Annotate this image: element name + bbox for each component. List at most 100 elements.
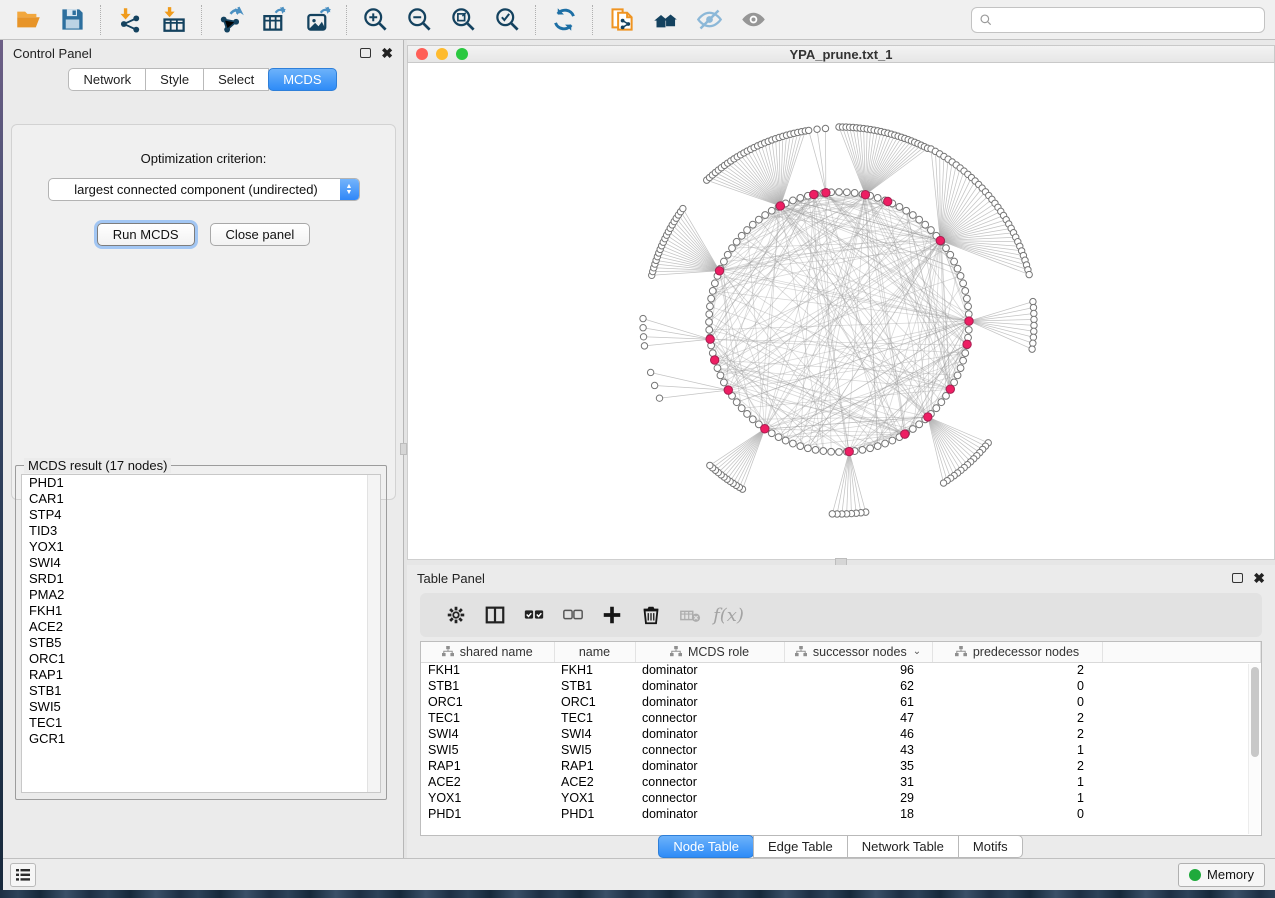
zoom-in-icon[interactable]: [353, 3, 397, 37]
graph-node[interactable]: [729, 245, 736, 252]
mcds-result-item[interactable]: YOX1: [22, 539, 380, 555]
node-table[interactable]: shared namenameMCDS rolesuccessor nodes⌄…: [420, 641, 1262, 836]
graph-node[interactable]: [822, 125, 828, 131]
table-cell[interactable]: 2: [932, 710, 1102, 726]
table-cell[interactable]: SWI5: [554, 742, 635, 758]
graph-node[interactable]: [836, 189, 843, 196]
graph-node[interactable]: [951, 258, 958, 265]
table-cell[interactable]: RAP1: [421, 758, 554, 774]
table-row[interactable]: SWI4SWI4dominator462: [421, 726, 1261, 742]
graph-node[interactable]: [965, 303, 972, 310]
splitter-grip[interactable]: [400, 443, 407, 455]
close-panel-button[interactable]: Close panel: [210, 223, 311, 246]
graph-node[interactable]: [640, 325, 646, 331]
import-table-icon[interactable]: [151, 3, 195, 37]
graph-node[interactable]: [738, 405, 745, 412]
table-cell[interactable]: PHD1: [554, 806, 635, 822]
graph-node[interactable]: [828, 448, 835, 455]
graph-node[interactable]: [656, 395, 662, 401]
graph-node[interactable]: [706, 326, 713, 333]
delete-column-icon[interactable]: [631, 598, 670, 632]
mcds-result-item[interactable]: STB5: [22, 635, 380, 651]
graph-node-selected[interactable]: [845, 447, 853, 455]
table-cell[interactable]: SWI5: [421, 742, 554, 758]
graph-node[interactable]: [909, 426, 916, 433]
zoom-fit-icon[interactable]: [441, 3, 485, 37]
graph-node[interactable]: [874, 194, 881, 201]
search-input[interactable]: [993, 12, 1264, 27]
graph-node[interactable]: [922, 221, 929, 228]
graph-node[interactable]: [960, 280, 967, 287]
graph-node[interactable]: [641, 343, 647, 349]
graph-node[interactable]: [724, 251, 731, 258]
graph-node-selected[interactable]: [901, 430, 909, 438]
graph-node[interactable]: [1031, 328, 1037, 334]
mcds-result-item[interactable]: SWI4: [22, 555, 380, 571]
close-panel-icon[interactable]: ✖: [1253, 573, 1265, 583]
graph-node[interactable]: [711, 280, 718, 287]
graph-node[interactable]: [814, 126, 820, 132]
graph-node[interactable]: [896, 203, 903, 210]
graph-node-selected[interactable]: [883, 197, 891, 205]
table-row[interactable]: STB1STB1dominator620: [421, 678, 1261, 694]
table-cell[interactable]: ORC1: [554, 694, 635, 710]
graph-node[interactable]: [940, 480, 946, 486]
graph-node[interactable]: [1030, 340, 1036, 346]
graph-node[interactable]: [797, 443, 804, 450]
table-cell[interactable]: SWI4: [554, 726, 635, 742]
export-network-icon[interactable]: [208, 3, 252, 37]
mcds-result-item[interactable]: FKH1: [22, 603, 380, 619]
save-session-icon[interactable]: [50, 3, 94, 37]
zoom-out-icon[interactable]: [397, 3, 441, 37]
scrollbar-thumb[interactable]: [1251, 667, 1259, 757]
table-cell[interactable]: YOX1: [554, 790, 635, 806]
graph-node[interactable]: [874, 443, 881, 450]
graph-node[interactable]: [720, 258, 727, 265]
graph-node[interactable]: [843, 189, 850, 196]
mcds-result-item[interactable]: ORC1: [22, 651, 380, 667]
graph-node[interactable]: [1031, 322, 1037, 328]
graph-node-selected[interactable]: [861, 191, 869, 199]
graph-node[interactable]: [1031, 310, 1037, 316]
table-cell[interactable]: dominator: [635, 806, 784, 822]
refresh-icon[interactable]: [542, 3, 586, 37]
mcds-result-item[interactable]: TEC1: [22, 715, 380, 731]
graph-node[interactable]: [782, 437, 789, 444]
graph-node-selected[interactable]: [810, 190, 818, 198]
tab-mcds[interactable]: MCDS: [268, 68, 336, 91]
table-cell[interactable]: SWI4: [421, 726, 554, 742]
table-cell[interactable]: dominator: [635, 678, 784, 694]
graph-node-selected[interactable]: [924, 413, 932, 421]
network-graph[interactable]: [408, 63, 1274, 559]
graph-node-selected[interactable]: [963, 340, 971, 348]
table-cell[interactable]: 62: [784, 678, 932, 694]
table-cell[interactable]: 31: [784, 774, 932, 790]
float-panel-icon[interactable]: [1232, 573, 1243, 583]
table-cell[interactable]: 35: [784, 758, 932, 774]
graph-node[interactable]: [962, 350, 969, 357]
mcds-result-item[interactable]: CAR1: [22, 491, 380, 507]
export-image-icon[interactable]: [296, 3, 340, 37]
column-header-successor-nodes[interactable]: successor nodes⌄: [784, 642, 932, 662]
table-cell[interactable]: ACE2: [554, 774, 635, 790]
graph-node[interactable]: [938, 399, 945, 406]
table-row[interactable]: RAP1RAP1dominator352: [421, 758, 1261, 774]
table-cell[interactable]: STB1: [421, 678, 554, 694]
column-header-MCDS-role[interactable]: MCDS role: [635, 642, 784, 662]
graph-node[interactable]: [755, 216, 762, 223]
table-cell[interactable]: ORC1: [421, 694, 554, 710]
import-network-icon[interactable]: [107, 3, 151, 37]
table-cell[interactable]: PHD1: [421, 806, 554, 822]
graph-node[interactable]: [829, 511, 835, 517]
table-cell[interactable]: 2: [932, 726, 1102, 742]
mcds-result-item[interactable]: STB1: [22, 683, 380, 699]
graph-node[interactable]: [707, 462, 713, 468]
mcds-result-list[interactable]: PHD1CAR1STP4TID3YOX1SWI4SRD1PMA2FKH1ACE2…: [21, 474, 381, 793]
graph-node[interactable]: [1030, 298, 1036, 304]
table-row[interactable]: PHD1PHD1dominator180: [421, 806, 1261, 822]
show-columns-icon[interactable]: [475, 598, 514, 632]
network-canvas[interactable]: [407, 63, 1275, 560]
tab-select[interactable]: Select: [203, 68, 269, 91]
graph-node[interactable]: [640, 315, 646, 321]
tab-network-table[interactable]: Network Table: [847, 835, 959, 858]
